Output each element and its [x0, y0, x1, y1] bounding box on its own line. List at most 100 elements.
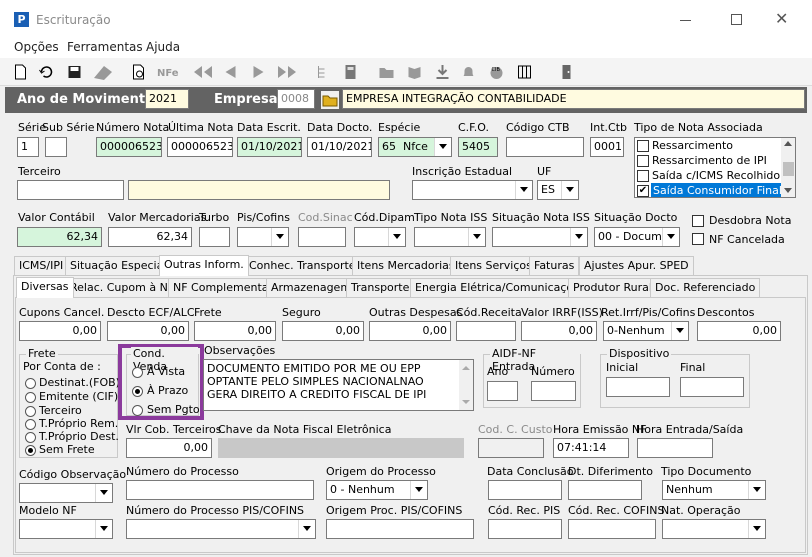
tipo-nota-iss-select[interactable] — [414, 227, 486, 247]
origem-processo-select[interactable]: 0 - Nenhum — [326, 480, 428, 500]
radio-sem-frete[interactable] — [25, 445, 36, 456]
maximize-icon[interactable] — [731, 14, 742, 25]
numero-nota-input[interactable]: 0000065237 — [96, 137, 162, 157]
tipo-nota-item[interactable]: Ressarcimento — [637, 139, 781, 153]
valor-mercadorias-input[interactable]: 62,34 — [108, 227, 192, 247]
desdobra-nota-checkbox[interactable] — [692, 215, 704, 227]
checkbox-checked[interactable]: ✔ — [637, 185, 649, 197]
scrollbar[interactable] — [781, 138, 795, 197]
origem-proc-pis-input[interactable] — [326, 519, 474, 539]
first-record-icon[interactable] — [192, 64, 214, 80]
data-conclusao-input[interactable] — [488, 480, 562, 500]
aidf-ano-input[interactable] — [487, 381, 518, 401]
chave-input[interactable] — [218, 438, 464, 458]
valor-irrf-input[interactable]: 0,00 — [521, 321, 597, 341]
subtab-armazenagem[interactable]: Armazenagem — [266, 278, 357, 297]
dispositivo-inicial-input[interactable] — [606, 377, 670, 397]
exit-door-icon[interactable] — [558, 64, 575, 80]
radio-terceiro[interactable] — [25, 406, 36, 417]
checkbox[interactable] — [637, 170, 649, 182]
turbo-input[interactable] — [199, 227, 230, 247]
tipo-nota-list[interactable]: Ressarcimento Ressarcimento de IPI Saída… — [634, 137, 796, 198]
tab-itens-servicos[interactable]: Itens Serviços — [450, 256, 537, 275]
last-record-icon[interactable] — [276, 64, 298, 80]
tipo-documento-select[interactable]: Nenhum — [662, 480, 766, 500]
descto-ecf-input[interactable]: 0,00 — [107, 321, 189, 341]
cfo-input[interactable]: 5405 — [458, 137, 498, 157]
erase-icon[interactable] — [92, 64, 114, 80]
tab-outras-inform[interactable]: Outras Inform. — [159, 255, 249, 276]
ret-irrf-select[interactable]: 0-Nenhum — [603, 321, 689, 341]
columns-icon[interactable] — [516, 64, 533, 80]
subtab-nf-complementar[interactable]: NF Complementar — [168, 278, 279, 297]
cod-rec-cofins-input[interactable] — [568, 519, 656, 539]
undo-icon[interactable] — [38, 64, 55, 80]
tab-faturas[interactable]: Faturas — [529, 256, 580, 275]
next-record-icon[interactable] — [250, 64, 267, 80]
menu-opcoes[interactable]: Opções — [14, 40, 59, 54]
nfe-icon[interactable]: NFe — [156, 64, 180, 80]
codigo-ctb-input[interactable] — [506, 137, 584, 157]
dt-diferimento-input[interactable] — [568, 480, 642, 500]
close-icon[interactable]: ✕ — [775, 9, 788, 28]
scroll-up-icon[interactable] — [784, 141, 792, 146]
radio-emitente[interactable] — [25, 392, 36, 403]
subtab-diversas[interactable]: Diversas — [16, 277, 74, 298]
data-escrit-input[interactable]: 01/10/2021 — [237, 137, 302, 157]
previous-record-icon[interactable] — [222, 64, 239, 80]
scrollbar[interactable] — [459, 360, 473, 410]
cod-sinac-input[interactable] — [298, 227, 346, 247]
tab-situacao-especial[interactable]: Situação Especial — [65, 256, 172, 275]
tree-icon[interactable] — [315, 64, 332, 80]
tipo-nota-item-selected[interactable]: ✔ Saída Consumidor Final — [637, 183, 782, 197]
observacoes-textarea[interactable]: DOCUMENTO EMITIDO POR ME OU EPP OPTANTE … — [203, 359, 474, 411]
ie-select[interactable] — [412, 180, 533, 200]
tab-itens-mercadorias[interactable]: Itens Mercadorias — [352, 256, 460, 275]
cod-receita-input[interactable] — [456, 321, 516, 341]
radio-tproprio-dest[interactable] — [25, 432, 36, 443]
scroll-up-icon[interactable] — [462, 366, 470, 370]
radio-sem-pgto[interactable] — [132, 405, 143, 416]
minimize-icon[interactable] — [680, 20, 691, 21]
outras-despesas-input[interactable]: 0,00 — [369, 321, 451, 341]
cupons-cancel-input[interactable]: 0,00 — [19, 321, 101, 341]
calculator-icon[interactable] — [342, 64, 359, 80]
new-document-icon[interactable] — [12, 64, 29, 80]
bell-icon[interactable] — [460, 64, 477, 80]
numero-processo-pis-select[interactable] — [126, 519, 316, 539]
hora-entrada-input[interactable] — [637, 438, 713, 458]
descontos-input[interactable]: 0,00 — [697, 321, 781, 341]
aidf-numero-input[interactable] — [531, 381, 576, 401]
tipo-nota-item[interactable]: Saída c/ICMS Recolhido no — [637, 169, 781, 183]
terceiro-code-input[interactable] — [17, 180, 124, 200]
save-icon[interactable] — [66, 64, 83, 80]
hora-emissao-input[interactable]: 07:41:14 — [553, 438, 629, 458]
menu-ajuda[interactable]: Ajuda — [146, 40, 180, 54]
open-folder-icon[interactable] — [321, 91, 339, 109]
vlr-cob-input[interactable]: 0,00 — [126, 438, 212, 458]
cib-icon[interactable]: CIB — [488, 64, 505, 80]
pis-cofins-select[interactable] — [237, 227, 289, 247]
folder-icon[interactable] — [378, 64, 395, 80]
valor-contabil-input[interactable]: 62,34 — [17, 227, 102, 247]
uf-select[interactable]: ES — [537, 180, 579, 200]
radio-a-prazo[interactable] — [132, 386, 143, 397]
seguro-input[interactable]: 0,00 — [282, 321, 364, 341]
radio-tproprio-rem[interactable] — [25, 419, 36, 430]
frete-input[interactable]: 0,00 — [194, 321, 276, 341]
radio-a-vista[interactable] — [132, 367, 143, 378]
radio-destinat[interactable] — [25, 378, 36, 389]
book-icon[interactable] — [406, 64, 423, 80]
serie-input[interactable]: 1 — [17, 137, 39, 157]
tab-ajustes-apur-sped[interactable]: Ajustes Apur. SPED — [579, 256, 694, 275]
checkbox[interactable] — [637, 155, 649, 167]
situacao-nota-iss-select[interactable] — [492, 227, 588, 247]
subserie-input[interactable] — [45, 137, 67, 157]
modelo-nf-select[interactable] — [19, 519, 113, 539]
company-code-input[interactable]: 0008 — [277, 89, 315, 109]
cod-rec-pis-input[interactable] — [488, 519, 562, 539]
download-icon[interactable] — [434, 64, 451, 80]
tab-icms-ipi[interactable]: ICMS/IPI — [14, 256, 69, 275]
scroll-thumb[interactable] — [783, 162, 794, 176]
year-input[interactable]: 2021 — [145, 89, 189, 109]
